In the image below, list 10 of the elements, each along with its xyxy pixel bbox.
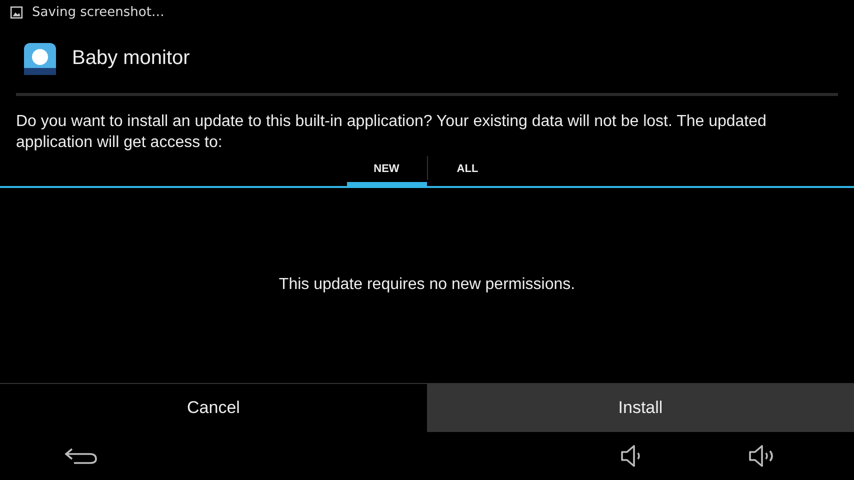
back-icon[interactable] xyxy=(64,447,98,465)
dialog-message: Do you want to install an update to this built-in application? Your existing data will not be lost. The updated application will get access to: xyxy=(16,112,768,153)
picture-icon xyxy=(10,6,23,18)
dialog-title: Baby monitor xyxy=(72,47,190,70)
permissions-message: This update requires no new permissions. xyxy=(278,276,576,294)
notification-text: Saving screenshot… xyxy=(32,4,164,20)
tab[interactable]: NEW xyxy=(346,156,426,186)
install-button[interactable]: Install xyxy=(427,384,854,432)
app-icon xyxy=(24,42,56,74)
tab[interactable]: ALL xyxy=(428,156,508,186)
